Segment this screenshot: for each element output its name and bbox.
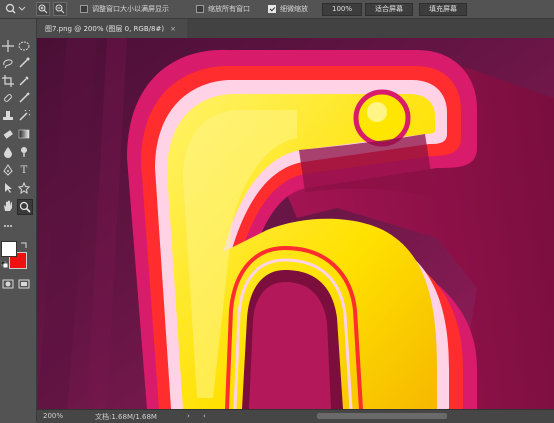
healing-brush-tool[interactable] (1, 91, 15, 105)
type-tool[interactable]: T (17, 163, 31, 177)
fit-screen-button[interactable]: 适合屏幕 (365, 2, 413, 16)
document-size-info: 文档:1.68M/1.68M (95, 413, 157, 421)
fit-screen-option[interactable]: 适合屏幕 (365, 2, 413, 16)
clone-stamp-tool[interactable] (1, 109, 15, 123)
screen-mode-icon (18, 279, 30, 289)
options-bar: 调整窗口大小以满屏显示 缩放所有窗口 细微缩放 100% 适合屏幕 填充屏幕 (0, 0, 554, 19)
resize-windows-option[interactable]: 调整窗口大小以满屏显示 (80, 3, 169, 15)
tools-panel: T (0, 19, 37, 422)
edit-toolbar-button[interactable] (1, 219, 15, 233)
stamp-icon (3, 111, 13, 120)
document-tab-title: 图7.png @ 200% (图层 0, RGB/8#) (45, 24, 165, 33)
default-colors-icon[interactable] (0, 260, 8, 268)
bandage-icon (4, 94, 12, 102)
zoom-in-button[interactable] (36, 2, 50, 16)
brush-icon (19, 92, 30, 103)
scrubby-zoom-option[interactable]: 细微缩放 (268, 3, 308, 15)
arrow-cursor-icon (5, 183, 12, 193)
eraser-icon (3, 130, 13, 139)
star-icon (18, 182, 30, 194)
canvas-artwork (37, 38, 554, 409)
more-tools-icon (4, 225, 12, 227)
crop-tool[interactable] (1, 74, 15, 88)
fill-screen-option[interactable]: 填充屏幕 (419, 2, 467, 16)
lasso-tool[interactable] (1, 56, 15, 70)
quick-mask-button[interactable] (1, 277, 15, 291)
marquee-tool[interactable] (17, 39, 31, 53)
type-icon: T (20, 164, 28, 176)
history-brush-tool[interactable] (17, 109, 31, 123)
zoom-all-windows-checkbox[interactable] (196, 5, 204, 13)
resize-windows-checkbox[interactable] (80, 5, 88, 13)
droplet-icon (4, 147, 12, 158)
zoom-level-readout[interactable]: 200% (43, 412, 63, 420)
crop-icon (2, 75, 14, 87)
zoom-percent-field[interactable]: 100% (322, 2, 362, 16)
resize-windows-label: 调整窗口大小以满屏显示 (92, 5, 169, 13)
eraser-tool[interactable] (1, 127, 15, 141)
history-brush-icon (19, 110, 30, 121)
brush-selection-icon (19, 57, 30, 68)
scrubby-zoom-label: 细微缩放 (280, 5, 308, 13)
zoom-tool[interactable] (17, 199, 33, 215)
eyedropper-icon (19, 76, 29, 86)
pen-icon (3, 164, 13, 176)
path-selection-tool[interactable] (1, 181, 15, 195)
dodge-icon (21, 147, 27, 157)
pen-tool[interactable] (1, 163, 15, 177)
quick-selection-tool[interactable] (17, 56, 31, 70)
zoom-out-button[interactable] (53, 2, 67, 16)
gradient-icon (18, 129, 30, 139)
zoom-percent-value[interactable]: 100% (322, 2, 362, 16)
magnifier-icon (19, 201, 31, 213)
zoom-out-icon (53, 2, 67, 16)
scroll-left-arrow-icon[interactable]: ‹ (203, 412, 206, 420)
document-canvas[interactable] (37, 38, 554, 409)
hand-tool[interactable] (1, 199, 15, 213)
foreground-color-swatch[interactable] (1, 241, 17, 257)
zoom-all-windows-label: 缩放所有窗口 (208, 5, 250, 13)
status-menu-arrow-icon[interactable]: › (187, 412, 190, 420)
move-tool[interactable] (1, 39, 15, 53)
gradient-tool[interactable] (17, 127, 31, 141)
zoom-tool-preset[interactable] (4, 3, 26, 15)
zoom-in-icon (36, 2, 50, 16)
fill-screen-button[interactable]: 填充屏幕 (419, 2, 467, 16)
close-icon[interactable]: × (170, 25, 176, 33)
eyedropper-tool[interactable] (17, 74, 31, 88)
move-icon (2, 40, 14, 52)
status-bar: 200% 文档:1.68M/1.68M › ‹ (37, 409, 554, 423)
blur-tool[interactable] (1, 145, 15, 159)
swap-colors-icon[interactable] (20, 241, 28, 249)
dodge-tool[interactable] (17, 145, 31, 159)
zoom-all-windows-option[interactable]: 缩放所有窗口 (196, 3, 250, 15)
quick-mask-icon (2, 279, 14, 289)
zoom-tool-icon (5, 3, 16, 14)
document-tab[interactable]: 图7.png @ 200% (图层 0, RGB/8#) × (37, 19, 187, 38)
hand-icon (4, 200, 12, 211)
horizontal-scrollbar-thumb[interactable] (317, 413, 447, 419)
scrubby-zoom-checkbox[interactable] (268, 5, 276, 13)
brush-tool[interactable] (17, 91, 31, 105)
lasso-icon (3, 59, 13, 69)
screen-mode-button[interactable] (17, 277, 31, 291)
custom-shape-tool[interactable] (17, 181, 31, 195)
marquee-icon (18, 41, 30, 51)
document-tab-bar: 图7.png @ 200% (图层 0, RGB/8#) × (37, 19, 554, 38)
chevron-down-icon (18, 6, 26, 11)
